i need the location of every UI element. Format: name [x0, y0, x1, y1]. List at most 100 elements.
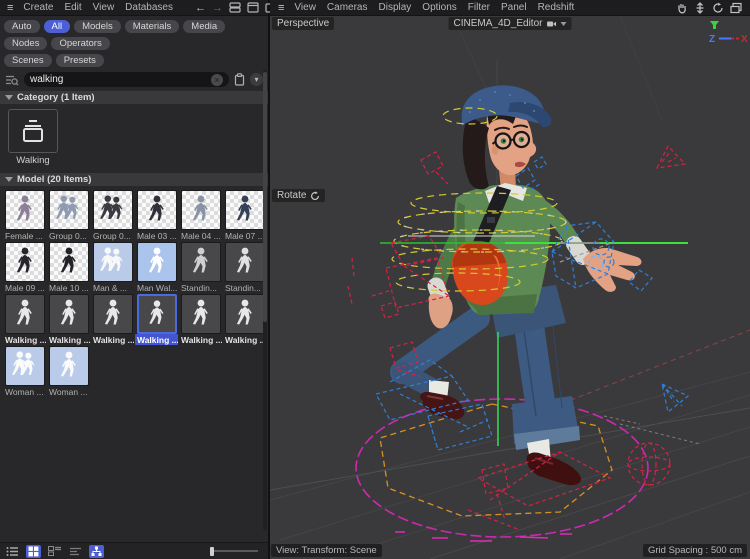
filter-tab-operators[interactable]: Operators	[51, 37, 109, 50]
node-graph-icon[interactable]	[89, 545, 104, 558]
model-thumbnail[interactable]	[225, 190, 265, 230]
model-thumbnail[interactable]	[137, 294, 177, 334]
list-view-icon[interactable]	[6, 546, 19, 557]
category-item-label: Walking	[8, 155, 58, 166]
filter-tab-all[interactable]: All	[44, 20, 71, 33]
model-thumbnail[interactable]	[181, 190, 221, 230]
character[interactable]	[402, 85, 642, 485]
filter-tab-materials[interactable]: Materials	[125, 20, 180, 33]
model-item-label: Walking ...	[135, 334, 178, 345]
maximize-view-icon[interactable]	[730, 2, 742, 14]
filter-tab-models[interactable]: Models	[74, 20, 121, 33]
filter-tab-nodes[interactable]: Nodes	[4, 37, 47, 50]
window-icon[interactable]	[247, 2, 259, 13]
model-item[interactable]: Walking ...	[179, 294, 222, 345]
type-tab-presets[interactable]: Presets	[56, 54, 104, 67]
rotate-tool-hud: Rotate	[272, 189, 325, 202]
model-item-label: Walking ...	[91, 334, 134, 345]
thumbnail-size-slider[interactable]	[254, 547, 258, 556]
filter-tab-media[interactable]: Media	[183, 20, 225, 33]
viewport-panel: ≡ View Cameras Display Options Filter Pa…	[270, 0, 750, 559]
model-thumbnail[interactable]	[181, 294, 221, 334]
model-item[interactable]: Walking ...	[47, 294, 90, 345]
model-thumbnail[interactable]	[225, 294, 265, 334]
model-thumbnail[interactable]	[137, 242, 177, 282]
model-item[interactable]: Walking ...	[3, 294, 46, 345]
model-item[interactable]: Male 09 ...	[3, 242, 46, 293]
asset-browser-panel: ≡ Create Edit View Databases ← → Auto All…	[0, 0, 268, 559]
model-item-label: Standin...	[223, 282, 266, 293]
detail-view-icon[interactable]	[48, 546, 62, 556]
model-thumbnail[interactable]	[49, 190, 89, 230]
hamburger-menu-icon[interactable]: ≡	[7, 2, 12, 14]
viewport-canvas[interactable]: Z X	[270, 16, 750, 559]
type-tab-scenes[interactable]: Scenes	[4, 54, 52, 67]
model-thumbnail[interactable]	[137, 190, 177, 230]
pan-hand-icon[interactable]	[676, 2, 688, 14]
model-thumbnail[interactable]	[93, 190, 133, 230]
camera-icon	[546, 20, 556, 28]
search-row: × ▾	[5, 72, 263, 87]
panel-scrollbar[interactable]	[263, 70, 267, 530]
search-options-chevron-icon[interactable]: ▾	[250, 73, 263, 86]
hamburger-menu-icon[interactable]: ≡	[278, 2, 283, 14]
filter-search-icon[interactable]	[5, 74, 19, 86]
model-item[interactable]: Walking ...	[223, 294, 266, 345]
camera-label-chip[interactable]: CINEMA_4D_Editor	[449, 17, 572, 30]
model-thumbnail[interactable]	[93, 294, 133, 334]
model-item[interactable]: Group 0...	[47, 190, 90, 241]
model-item[interactable]: Walking ...	[135, 294, 178, 345]
menu-view[interactable]: View	[93, 2, 115, 13]
clear-search-icon[interactable]: ×	[211, 74, 223, 86]
model-item[interactable]: Woman ...	[47, 346, 90, 397]
grid-view-icon[interactable]	[26, 545, 41, 558]
vp-menu-panel[interactable]: Panel	[501, 2, 527, 13]
back-arrow-icon[interactable]: ←	[195, 2, 206, 14]
database-icon[interactable]	[229, 2, 241, 13]
model-section-header[interactable]: Model (20 Items)	[0, 173, 268, 186]
model-thumbnail[interactable]	[49, 294, 89, 334]
model-item[interactable]: Male 10 ...	[47, 242, 90, 293]
vp-menu-options[interactable]: Options	[422, 2, 456, 13]
clipboard-icon[interactable]	[234, 73, 245, 86]
model-thumbnail[interactable]	[5, 346, 45, 386]
menu-edit[interactable]: Edit	[64, 2, 81, 13]
category-item-walking[interactable]: Walking	[8, 109, 58, 166]
vp-menu-view[interactable]: View	[294, 2, 316, 13]
model-item[interactable]: Group 0...	[91, 190, 134, 241]
model-thumbnail[interactable]	[225, 242, 265, 282]
vp-menu-filter[interactable]: Filter	[468, 2, 490, 13]
view-label-chip[interactable]: Perspective	[272, 17, 334, 30]
filter-tabs: Auto AllModels MaterialsMedia Nodes Operator…	[0, 16, 268, 50]
dolly-move-icon[interactable]	[694, 2, 706, 14]
rotate-view-icon[interactable]	[712, 2, 724, 14]
menu-create[interactable]: Create	[23, 2, 53, 13]
model-item[interactable]: Male 03 ...	[135, 190, 178, 241]
model-item[interactable]: Standin...	[179, 242, 222, 293]
filter-tab-auto[interactable]: Auto	[4, 20, 40, 33]
model-item[interactable]: Man Wal...	[135, 242, 178, 293]
model-item[interactable]: Walking ...	[91, 294, 134, 345]
model-item[interactable]: Male 04 ...	[179, 190, 222, 241]
compact-list-icon[interactable]	[69, 547, 82, 556]
model-item[interactable]: Man & ...	[91, 242, 134, 293]
model-thumbnail[interactable]	[5, 242, 45, 282]
menu-databases[interactable]: Databases	[125, 2, 173, 13]
model-item[interactable]: Male 07 ...	[223, 190, 266, 241]
model-thumbnail[interactable]	[49, 346, 89, 386]
forward-arrow-icon[interactable]: →	[212, 2, 223, 14]
vp-menu-display[interactable]: Display	[379, 2, 412, 13]
axis-gizmo[interactable]: Z X	[709, 34, 748, 45]
search-input[interactable]	[30, 74, 206, 85]
model-thumbnail[interactable]	[49, 242, 89, 282]
model-thumbnail[interactable]	[181, 242, 221, 282]
model-thumbnail[interactable]	[5, 190, 45, 230]
model-thumbnail[interactable]	[93, 242, 133, 282]
vp-menu-redshift[interactable]: Redshift	[538, 2, 575, 13]
vp-menu-cameras[interactable]: Cameras	[327, 2, 368, 13]
model-item[interactable]: Standin...	[223, 242, 266, 293]
model-thumbnail[interactable]	[5, 294, 45, 334]
model-item[interactable]: Woman ...	[3, 346, 46, 397]
model-item[interactable]: Female ...	[3, 190, 46, 241]
category-section-header[interactable]: Category (1 Item)	[0, 91, 268, 104]
